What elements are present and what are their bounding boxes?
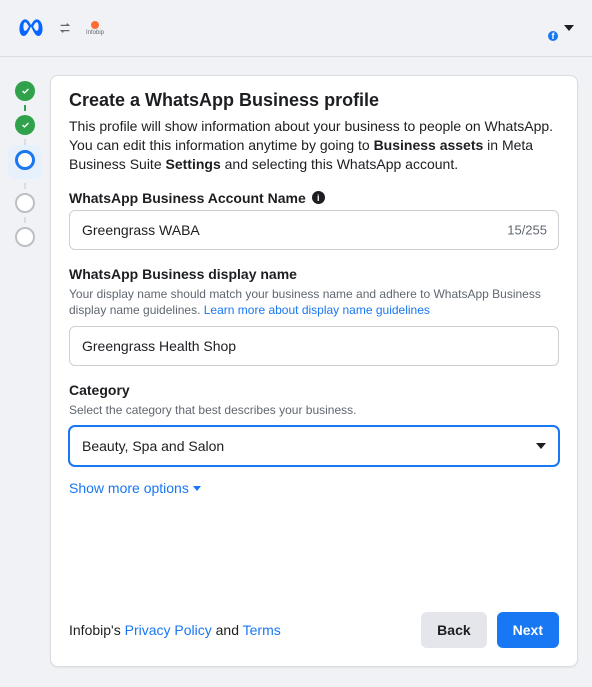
connector	[24, 105, 26, 111]
account-name-count: 15/255	[507, 222, 547, 237]
account-name-label: WhatsApp Business Account Name i	[69, 190, 559, 206]
sync-icon	[58, 21, 72, 35]
topbar: Infobip	[0, 0, 592, 56]
chevron-down-icon	[536, 443, 546, 449]
page-intro: This profile will show information about…	[69, 117, 559, 174]
display-name-help: Your display name should match your busi…	[69, 286, 559, 318]
page-title: Create a WhatsApp Business profile	[69, 90, 559, 111]
stepper	[8, 75, 42, 667]
connector	[24, 183, 26, 189]
show-more-options-link[interactable]: Show more options	[69, 480, 559, 496]
step-1-done	[15, 81, 35, 101]
chevron-down-icon	[564, 25, 574, 31]
account-menu[interactable]	[532, 15, 574, 41]
chevron-down-icon	[193, 486, 201, 491]
legal-text: Infobip's Privacy Policy and Terms	[69, 622, 281, 638]
step-5-pending	[15, 227, 35, 247]
back-button[interactable]: Back	[421, 612, 486, 648]
main-area: Create a WhatsApp Business profile This …	[0, 57, 592, 687]
next-button[interactable]: Next	[497, 612, 559, 648]
connector	[24, 217, 26, 223]
infobip-label: Infobip	[86, 30, 104, 36]
category-selected-value: Beauty, Spa and Salon	[82, 438, 224, 454]
info-icon[interactable]: i	[312, 191, 325, 204]
category-label: Category	[69, 382, 559, 398]
form-card: Create a WhatsApp Business profile This …	[50, 75, 578, 667]
display-name-input[interactable]	[69, 326, 559, 366]
display-name-guidelines-link[interactable]: Learn more about display name guidelines	[204, 303, 430, 317]
meta-logo-icon	[18, 15, 44, 41]
facebook-badge-icon	[546, 29, 560, 43]
avatar	[532, 15, 558, 41]
step-2-done	[15, 115, 35, 135]
account-name-input[interactable]	[69, 210, 559, 250]
category-select[interactable]: Beauty, Spa and Salon	[69, 426, 559, 466]
display-name-label: WhatsApp Business display name	[69, 266, 559, 282]
topbar-left: Infobip	[18, 15, 104, 41]
infobip-logo: Infobip	[86, 21, 104, 36]
category-help: Select the category that best describes …	[69, 402, 559, 418]
terms-link[interactable]: Terms	[243, 622, 281, 638]
privacy-policy-link[interactable]: Privacy Policy	[125, 622, 212, 638]
card-footer: Infobip's Privacy Policy and Terms Back …	[69, 612, 559, 648]
step-4-pending	[15, 193, 35, 213]
step-3-active	[8, 145, 42, 179]
